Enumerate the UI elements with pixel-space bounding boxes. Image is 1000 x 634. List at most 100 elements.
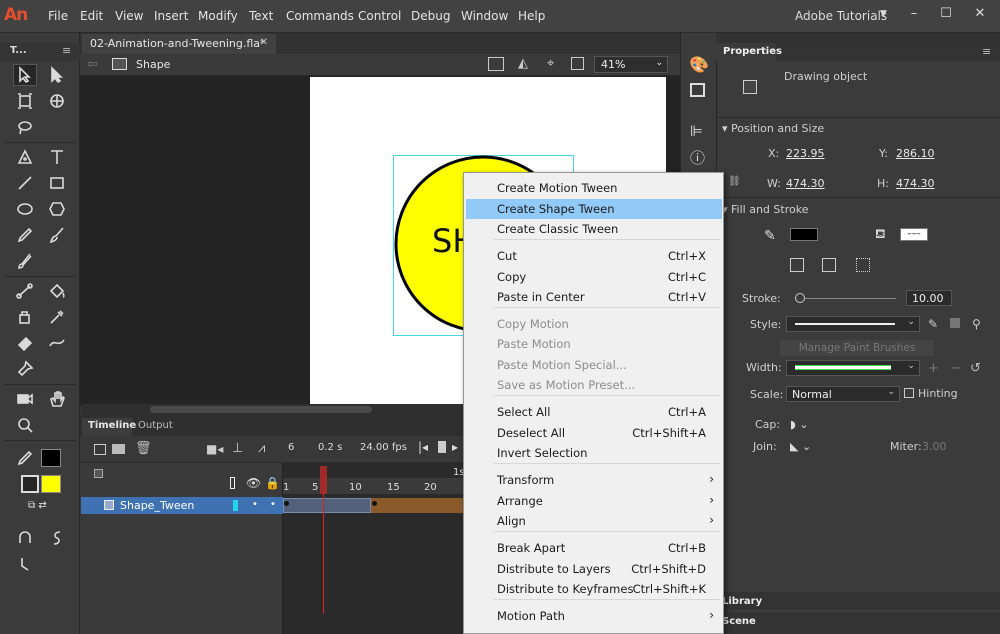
stop-icon[interactable] — [438, 441, 446, 453]
brush-library-icon[interactable] — [950, 318, 960, 328]
pin-tool-icon[interactable] — [13, 358, 37, 380]
edit-stroke-style-icon[interactable]: ✎ — [928, 317, 938, 331]
context-menu-item[interactable]: Distribute to Layers Ctrl+Shift+D — [466, 559, 722, 579]
scrollbar-thumb[interactable] — [150, 406, 372, 413]
menu-text[interactable]: Text — [249, 9, 273, 23]
menu-edit[interactable]: Edit — [80, 9, 103, 23]
width-tool-icon[interactable] — [45, 332, 69, 354]
text-tool-icon[interactable] — [45, 146, 69, 168]
manage-paint-brushes-button[interactable]: Manage Paint Brushes — [780, 340, 934, 356]
scale-select[interactable]: Normal ⌄ — [786, 386, 900, 402]
reset-width-icon[interactable]: ↺ — [970, 361, 981, 376]
stroke-slider-thumb[interactable] — [795, 293, 805, 303]
chevron-down-icon[interactable]: ▼ — [880, 9, 887, 19]
panel-menu-icon[interactable]: ≡ — [62, 44, 71, 57]
context-menu-item[interactable]: Deselect All Ctrl+Shift+A — [466, 423, 722, 443]
free-transform-tool-icon[interactable] — [13, 90, 37, 112]
pencil-tool-icon[interactable] — [13, 224, 37, 246]
straighten-icon[interactable] — [13, 553, 37, 575]
context-menu-item[interactable]: Create Classic Tween — [466, 219, 722, 239]
menu-window[interactable]: Window — [461, 9, 508, 23]
align-icon[interactable]: ⊫ — [690, 122, 703, 140]
tab-properties[interactable]: Properties — [716, 43, 782, 61]
add-width-icon[interactable]: + — [928, 361, 939, 376]
context-menu-item[interactable]: Paste in Center Ctrl+V — [466, 287, 722, 307]
delete-icon[interactable]: 🗑 — [135, 441, 152, 456]
close-window-button[interactable]: ✕ — [968, 6, 992, 26]
keyframe-dot[interactable] — [372, 501, 377, 506]
context-menu-item[interactable]: Create Shape Tween — [466, 199, 722, 219]
lock-icon[interactable]: 🔒 — [265, 476, 280, 490]
tab-scene[interactable]: Scene — [722, 616, 756, 627]
step-back-icon[interactable]: |◂ — [418, 440, 428, 454]
new-folder-icon[interactable] — [112, 444, 125, 454]
hinting-checkbox[interactable] — [904, 388, 914, 398]
object-drawing-mode-icon[interactable] — [790, 258, 804, 272]
position-section-toggle[interactable]: ▾ Position and Size — [722, 122, 824, 135]
back-arrow-icon[interactable]: ⇦ — [87, 57, 98, 72]
remove-width-icon[interactable]: − — [950, 361, 961, 376]
3d-rotation-tool-icon[interactable] — [45, 90, 69, 112]
stroke-input[interactable]: 10.00 — [906, 290, 952, 306]
eyedropper-tool-icon[interactable] — [45, 306, 69, 328]
edit-scene-icon[interactable] — [488, 57, 504, 71]
layer-parenting-icon[interactable]: ⊥ — [232, 441, 243, 456]
context-menu-item[interactable]: Create Motion Tween — [466, 178, 722, 198]
bone-tool-icon[interactable] — [13, 280, 37, 302]
cap-select[interactable]: ◗ ⌄ — [790, 418, 809, 431]
stroke-color-chip[interactable] — [790, 228, 818, 241]
document-tab[interactable]: 02-Animation-and-Tweening.fla* ✕ — [82, 34, 276, 54]
lasso-tool-icon[interactable] — [13, 117, 37, 139]
brush-tool-icon[interactable] — [13, 250, 37, 272]
menu-control[interactable]: Control — [358, 9, 401, 23]
camera-icon[interactable]: ■◂ — [206, 442, 223, 456]
context-menu-item[interactable]: Transform › — [466, 470, 722, 490]
y-value[interactable]: 286.10 — [896, 147, 935, 160]
oval-tool-icon[interactable] — [13, 198, 37, 220]
smooth-icon[interactable] — [45, 527, 69, 549]
zoom-tool-icon[interactable] — [13, 414, 37, 436]
camera-tool-icon[interactable] — [13, 388, 37, 410]
hand-tool-icon[interactable] — [45, 388, 69, 410]
clip-content-icon[interactable] — [571, 57, 584, 70]
style-select[interactable]: ⌄ — [786, 316, 920, 332]
graph-icon[interactable]: ⩘ — [258, 441, 265, 456]
fill-color-swatch[interactable] — [41, 475, 61, 493]
w-value[interactable]: 474.30 — [786, 177, 825, 190]
stroke-color-swatch[interactable] — [41, 449, 61, 467]
context-menu-item[interactable]: Copy Ctrl+C — [466, 267, 722, 287]
break-apart-icon[interactable] — [822, 258, 836, 272]
layer-name[interactable]: Shape_Tween — [120, 499, 194, 512]
context-menu-item[interactable]: Arrange › — [466, 491, 722, 511]
tab-output[interactable]: Output — [138, 420, 173, 431]
menu-commands[interactable]: Commands — [286, 9, 354, 23]
fill-color-chip[interactable]: ––– — [900, 228, 928, 241]
menu-insert[interactable]: Insert — [154, 9, 188, 23]
eye-icon[interactable]: 👁 — [246, 476, 261, 490]
art-brush-icon[interactable]: ⚲ — [972, 317, 981, 331]
close-icon[interactable]: ✕ — [260, 37, 268, 48]
context-menu-item[interactable]: Cut Ctrl+X — [466, 246, 722, 266]
layer-visible-dot[interactable]: • — [252, 499, 258, 510]
tab-library[interactable]: Library — [722, 596, 762, 607]
paint-bucket-tool-icon[interactable] — [45, 280, 69, 302]
menu-view[interactable]: View — [115, 9, 143, 23]
layer-outline-color[interactable] — [233, 500, 238, 511]
fill-section-toggle[interactable]: ▾ Fill and Stroke — [722, 203, 808, 216]
menu-file[interactable]: File — [48, 9, 68, 23]
group-icon[interactable] — [856, 258, 870, 272]
swap-colors-icon[interactable]: ⧉ ⇄ — [28, 500, 47, 511]
context-menu-item[interactable]: Select All Ctrl+A — [466, 402, 722, 422]
context-menu-item[interactable]: Motion Path › — [466, 606, 722, 626]
join-select[interactable]: ◣ ⌄ — [790, 440, 811, 453]
edit-symbols-icon[interactable]: ◭ — [518, 56, 528, 71]
h-value[interactable]: 474.30 — [896, 177, 935, 190]
context-menu-item[interactable]: Distribute to Keyframes Ctrl+Shift+K — [466, 579, 722, 599]
minimize-button[interactable]: – — [902, 6, 926, 26]
context-menu-item[interactable]: Break Apart Ctrl+B — [466, 538, 722, 558]
selection-tool-icon[interactable] — [13, 64, 37, 86]
rectangle-tool-icon[interactable] — [45, 172, 69, 194]
play-icon[interactable]: ▸ — [452, 440, 458, 454]
context-menu-item[interactable]: Align › — [466, 511, 722, 531]
info-icon[interactable]: ⓘ — [690, 147, 705, 168]
